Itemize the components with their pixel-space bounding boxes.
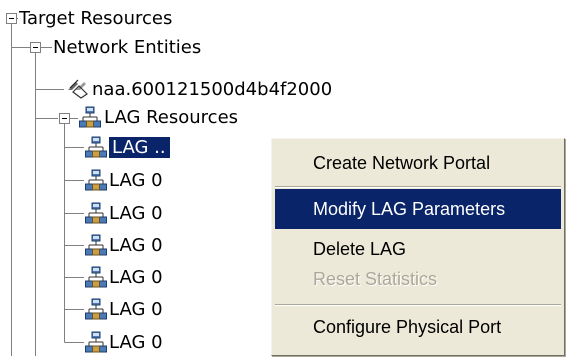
- tree-node-label: LAG 0: [109, 299, 163, 320]
- network-lan-icon: [85, 202, 107, 230]
- tree-node-label: LAG 0: [109, 267, 163, 288]
- network-lan-icon: [85, 169, 107, 197]
- tree-node-label: LAG 0: [109, 170, 163, 191]
- network-lan-icon: [79, 106, 101, 134]
- tree-node-lag-resources[interactable]: LAG Resources: [104, 103, 238, 133]
- collapse-toggle-root[interactable]: [6, 13, 17, 24]
- network-lan-icon: [85, 136, 107, 164]
- tree-node-target-resources[interactable]: Target Resources: [19, 4, 172, 34]
- tree-node-label: naa.600121500d4b4f2000: [92, 79, 333, 100]
- tree-node-lag-item[interactable]: LAG ..: [109, 133, 170, 163]
- tree-node-label: LAG 0: [109, 332, 163, 353]
- menu-item-configure-physical-port[interactable]: Configure Physical Port: [275, 307, 561, 347]
- tree-node-label: LAG ..: [109, 137, 170, 158]
- tree-node-lag-item[interactable]: LAG 0: [109, 166, 163, 196]
- tree-node-label: LAG Resources: [104, 107, 239, 128]
- collapse-toggle-lag-resources[interactable]: [59, 113, 70, 124]
- context-menu: Create Network Portal Modify LAG Paramet…: [271, 138, 565, 356]
- menu-item-create-network-portal[interactable]: Create Network Portal: [275, 143, 561, 183]
- tree-node-naa[interactable]: naa.600121500d4b4f2000: [92, 75, 332, 105]
- tree-node-lag-item[interactable]: LAG 0: [109, 295, 163, 325]
- network-lan-icon: [85, 298, 107, 326]
- tree-node-lag-item[interactable]: LAG 0: [109, 328, 163, 358]
- menu-item-modify-lag-parameters[interactable]: Modify LAG Parameters: [275, 189, 561, 229]
- tree-node-network-entities[interactable]: Network Entities: [53, 33, 201, 63]
- network-lan-icon: [85, 331, 107, 359]
- tree-node-lag-item[interactable]: LAG 0: [109, 199, 163, 229]
- network-lan-icon: [85, 266, 107, 294]
- menu-item-reset-statistics: Reset Statistics: [313, 269, 438, 289]
- menu-separator: [275, 304, 561, 306]
- collapse-toggle-network-entities[interactable]: [30, 42, 41, 53]
- menu-separator: [275, 186, 561, 188]
- tree-node-lag-item[interactable]: LAG 0: [109, 263, 163, 293]
- tree-node-lag-item[interactable]: LAG 0: [109, 231, 163, 261]
- tree-node-label: Network Entities: [53, 37, 202, 58]
- network-lan-icon: [85, 234, 107, 262]
- tree-node-label: Target Resources: [19, 8, 173, 29]
- network-storage-icon: [66, 78, 90, 104]
- tree-node-label: LAG 0: [109, 235, 163, 256]
- tree-node-label: LAG 0: [109, 203, 163, 224]
